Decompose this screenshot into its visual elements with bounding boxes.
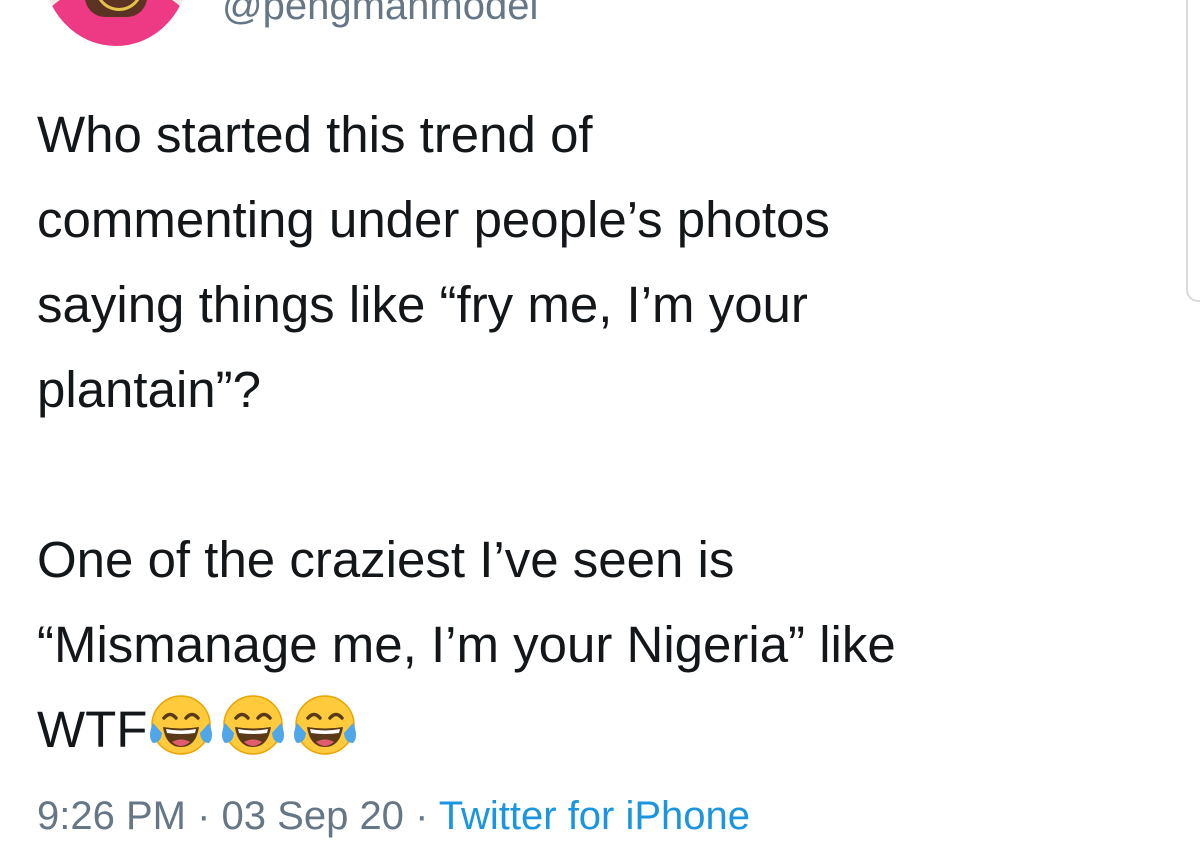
scrollbar-edge (1186, 0, 1200, 302)
tweet-metadata: 9:26 PM · 03 Sep 20 · Twitter for iPhone (37, 792, 750, 840)
meta-separator: · (197, 794, 211, 838)
tweet-text-line: Who started this trend of (37, 106, 593, 163)
tweet-text-line: commenting under people’s photos (37, 191, 830, 248)
tweet-time[interactable]: 9:26 PM (37, 794, 186, 838)
tweet-detail: @pengmanmodel Who started this trend of … (0, 0, 1200, 855)
tweet-text: Who started this trend of commenting und… (37, 92, 1177, 772)
face-with-tears-of-joy-icon (294, 695, 357, 755)
face-with-tears-of-joy-icon (222, 695, 285, 755)
tweet-text-line: plantain”? (37, 361, 261, 418)
emoji-row (147, 695, 357, 758)
face-with-tears-of-joy-icon (150, 695, 213, 755)
tweet-text-line: “Mismanage me, I’m your Nigeria” like (37, 616, 896, 673)
avatar[interactable] (43, 0, 189, 46)
user-handle[interactable]: @pengmanmodel (222, 0, 538, 26)
meta-separator: · (415, 794, 429, 838)
tweet-text-line: One of the craziest I’ve seen is (37, 531, 735, 588)
tweet-date[interactable]: 03 Sep 20 (222, 794, 404, 838)
tweet-text-line: saying things like “fry me, I’m your (37, 276, 808, 333)
tweet-text-fragment: WTF (37, 701, 148, 758)
tweet-source-link[interactable]: Twitter for iPhone (439, 794, 750, 838)
tweet-text-line-with-emojis: WTF (37, 687, 1177, 772)
